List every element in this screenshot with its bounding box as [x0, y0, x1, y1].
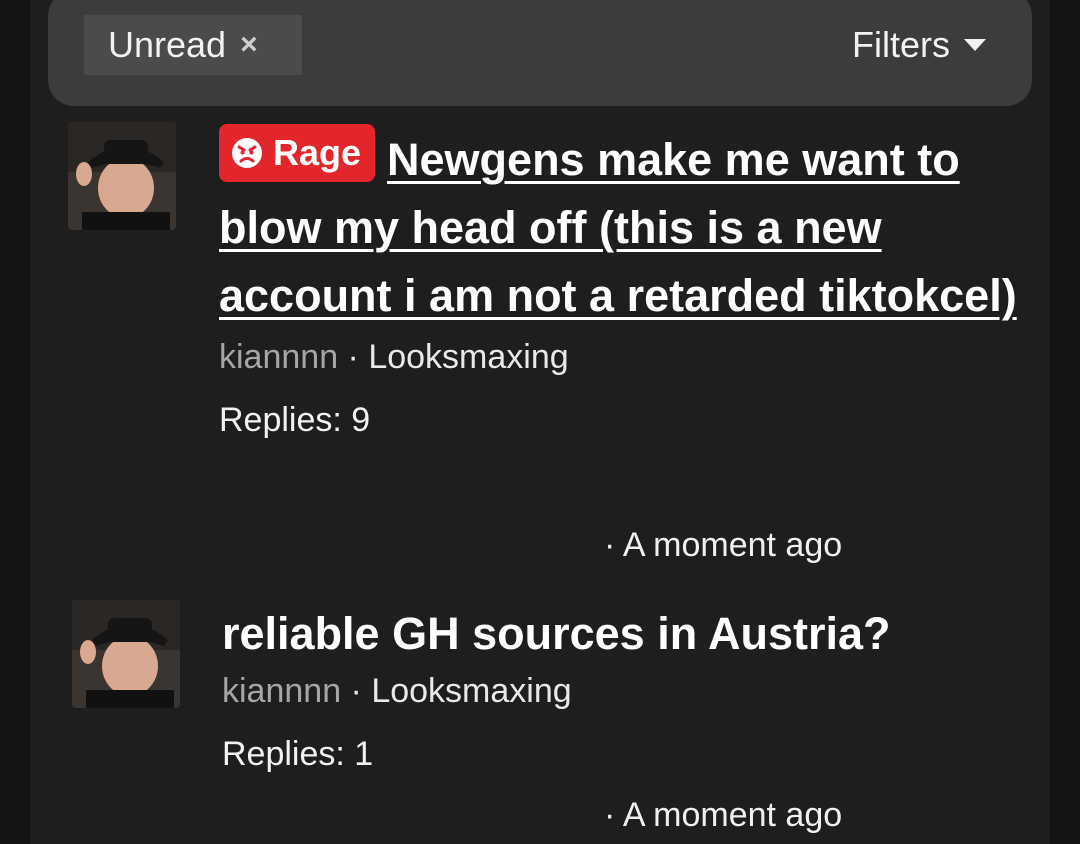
thread-body: reliable GH sources in Austria? kiannnn … — [222, 600, 1022, 774]
thread-timestamp[interactable]: · A moment ago — [604, 796, 842, 835]
prefix-label: Rage — [273, 132, 362, 173]
filters-dropdown[interactable]: Filters — [852, 20, 986, 70]
thread-forum[interactable]: Looksmaxing — [371, 672, 571, 710]
angry-face-icon — [232, 138, 262, 168]
caret-down-icon — [964, 39, 986, 51]
thread-body: Rage Newgens make me want to blow my hea… — [219, 124, 1019, 440]
filters-label: Filters — [852, 24, 950, 65]
avatar-image — [68, 122, 176, 230]
thread-replies: Replies: 1 — [222, 735, 374, 773]
avatar-image — [72, 600, 180, 708]
thread-meta: kiannnn · Looksmaxing — [222, 672, 1022, 711]
thread-title-link[interactable]: reliable GH sources in Austria? — [222, 608, 891, 659]
meta-separator: · — [341, 672, 372, 710]
meta-separator: · — [338, 338, 369, 376]
unread-filter-chip[interactable]: Unread × — [84, 15, 302, 75]
thread-forum[interactable]: Looksmaxing — [368, 338, 568, 376]
thread-timestamp[interactable]: · A moment ago — [604, 526, 842, 565]
thread-title[interactable]: Rage Newgens make me want to blow my hea… — [219, 124, 1019, 330]
thread-title[interactable]: reliable GH sources in Austria? — [222, 600, 1022, 668]
unread-chip-label: Unread — [108, 24, 227, 65]
thread-author[interactable]: kiannnn — [222, 672, 341, 710]
avatar[interactable] — [72, 600, 180, 708]
thread-meta: kiannnn · Looksmaxing — [219, 338, 1019, 377]
thread-replies: Replies: 9 — [219, 401, 371, 439]
rage-prefix-badge[interactable]: Rage — [219, 124, 376, 182]
avatar[interactable] — [68, 122, 176, 230]
close-icon[interactable]: × — [240, 28, 258, 62]
thread-author[interactable]: kiannnn — [219, 338, 338, 376]
